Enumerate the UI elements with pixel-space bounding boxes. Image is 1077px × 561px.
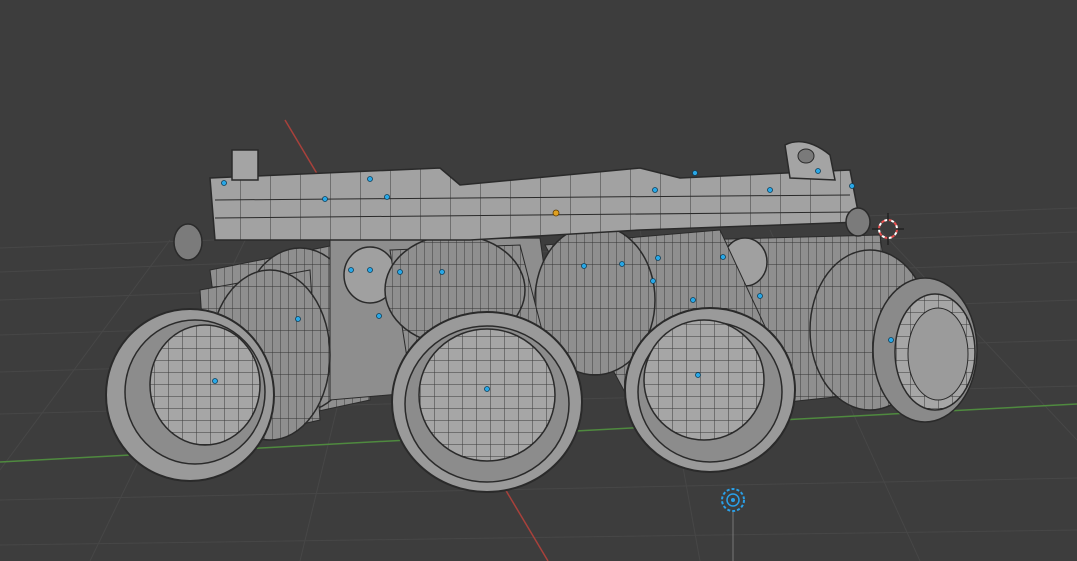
goggle-tube-front-left[interactable]: [105, 269, 331, 482]
light-object-icon[interactable]: [721, 488, 745, 561]
active-origin-point[interactable]: [552, 209, 560, 217]
3d-viewport[interactable]: [0, 0, 1077, 561]
